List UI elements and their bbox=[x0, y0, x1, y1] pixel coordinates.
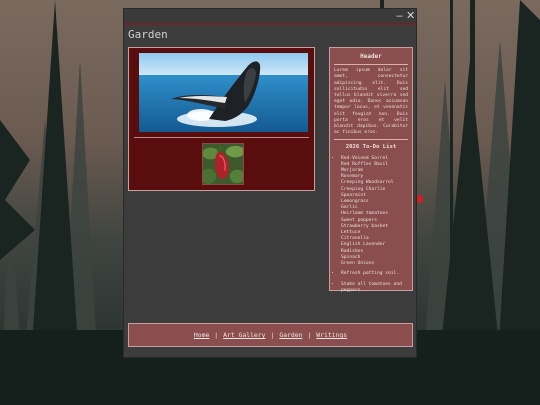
list-item: Red-Veined Sorrel Red Ruffles Basil Marj… bbox=[341, 156, 408, 268]
sidebar-panel: Header Lorem ipsum dolor sit amet, conse… bbox=[329, 47, 413, 294]
plant-name: Red-Veined Sorrel bbox=[341, 155, 389, 161]
plant-name: Green Onions bbox=[341, 261, 375, 267]
plant-name: Spearmint bbox=[341, 192, 366, 198]
nav-separator: | bbox=[214, 331, 219, 339]
sidebar-lorem-text: Lorem ipsum dolor sit amet, consectetur … bbox=[334, 68, 408, 136]
todo-list: Red-Veined Sorrel Red Ruffles Basil Marj… bbox=[334, 156, 408, 294]
plant-name: Rosemary bbox=[341, 174, 364, 180]
plant-name: Citronella bbox=[341, 236, 369, 242]
page-title: Garden bbox=[128, 28, 168, 41]
todo-list-title: 2026 To-Do List bbox=[345, 144, 397, 151]
plant-name: Marjoram bbox=[341, 168, 364, 174]
nav-link-home[interactable]: Home bbox=[194, 331, 209, 339]
gallery-divider bbox=[134, 137, 309, 138]
list-item: Stake all tomatoes and peppers. bbox=[341, 282, 408, 294]
plant-name: Creeping Woodsorrel bbox=[341, 180, 394, 186]
plant-name: Strawberry basket bbox=[341, 223, 389, 229]
pepper-plant-thumbnail[interactable] bbox=[202, 143, 244, 185]
plant-name: Heirloom tomatoes bbox=[341, 211, 389, 217]
plant-name: Creeping Charlie bbox=[341, 186, 386, 192]
plant-name: Sweet peppers bbox=[341, 217, 377, 223]
plant-name: Lemongrass bbox=[341, 199, 369, 205]
close-button[interactable]: ✕ bbox=[406, 9, 415, 22]
plant-name: Spinach bbox=[341, 254, 361, 260]
whale-photo[interactable] bbox=[139, 53, 308, 132]
photo-gallery bbox=[128, 47, 315, 191]
window-titlebar[interactable]: ‒ ✕ bbox=[124, 9, 416, 25]
nav-separator: | bbox=[307, 331, 312, 339]
plant-name: Radishes bbox=[341, 248, 364, 254]
sidebar-divider bbox=[334, 64, 408, 66]
plant-name: English Lavender bbox=[341, 242, 386, 248]
plant-name: Garlic bbox=[341, 205, 358, 211]
nav-link-garden[interactable]: Garden bbox=[279, 331, 302, 339]
plant-name: Red Ruffles Basil bbox=[341, 161, 389, 167]
nav-link-writings[interactable]: Writings bbox=[316, 331, 347, 339]
browser-window: ‒ ✕ Garden Header Lorem ipsum dolor sit … bbox=[123, 8, 417, 358]
nav-link-art-gallery[interactable]: Art Gallery bbox=[223, 331, 265, 339]
nav-separator: | bbox=[270, 331, 275, 339]
minimize-button[interactable]: ‒ bbox=[396, 9, 403, 22]
plant-name: Lettuce bbox=[341, 230, 361, 236]
sidebar-header: Header bbox=[360, 53, 382, 60]
list-item: Refresh potting soil. bbox=[341, 271, 408, 277]
sidebar-divider bbox=[334, 139, 408, 141]
footer-nav: Home | Art Gallery | Garden | Writings bbox=[128, 323, 413, 347]
